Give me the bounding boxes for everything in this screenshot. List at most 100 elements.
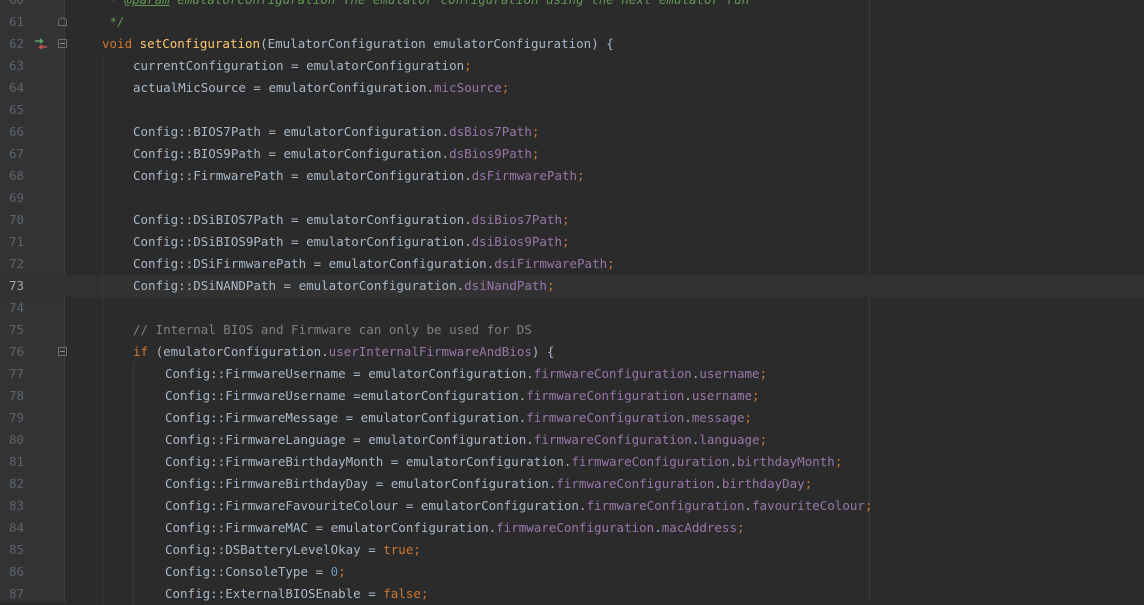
code-line[interactable]: 69 — [0, 187, 1144, 209]
line-number[interactable]: 79 — [0, 407, 24, 429]
code-line[interactable]: 66 Config::BIOS7Path = emulatorConfigurat… — [0, 121, 1144, 143]
code-token: emulatorConfiguration The emulator confi… — [170, 0, 749, 7]
line-number[interactable]: 66 — [0, 121, 24, 143]
code-line[interactable]: 64 actualMicSource = emulatorConfiguratio… — [0, 77, 1144, 99]
code-text[interactable]: void setConfiguration(EmulatorConfigurat… — [102, 33, 614, 55]
code-editor[interactable]: 60 * @param emulatorConfiguration The em… — [0, 0, 1144, 605]
code-token: ; — [759, 432, 768, 447]
code-text[interactable]: */ — [102, 11, 125, 33]
code-line[interactable]: 80 Config::FirmwareLanguage = emulatorCon… — [0, 429, 1144, 451]
code-text[interactable]: Config::DSiFirmwarePath = emulatorConfig… — [133, 253, 615, 275]
code-line[interactable]: 73 Config::DSiNANDPath = emulatorConfigur… — [0, 275, 1144, 297]
code-text[interactable]: * @param emulatorConfiguration The emula… — [102, 0, 750, 11]
code-text[interactable]: Config::FirmwareBirthdayDay = emulatorCo… — [165, 473, 812, 495]
override-icon[interactable] — [34, 37, 48, 51]
code-text[interactable]: Config::FirmwareUsername = emulatorConfi… — [165, 363, 767, 385]
line-number[interactable]: 83 — [0, 495, 24, 517]
line-number[interactable]: 72 — [0, 253, 24, 275]
code-text[interactable]: Config::ConsoleType = 0; — [165, 561, 346, 583]
line-number[interactable]: 60 — [0, 0, 24, 11]
code-text[interactable]: Config::BIOS7Path = emulatorConfiguratio… — [133, 121, 539, 143]
line-number[interactable]: 77 — [0, 363, 24, 385]
code-token: Config::DSiFirmwarePath = emulatorConfig… — [133, 256, 495, 271]
code-text[interactable]: currentConfiguration = emulatorConfigura… — [133, 55, 472, 77]
fold-collapse-icon[interactable] — [58, 39, 67, 48]
line-number[interactable]: 81 — [0, 451, 24, 473]
line-number[interactable]: 85 — [0, 539, 24, 561]
indent-guide — [102, 517, 103, 539]
code-token: username — [699, 366, 760, 381]
code-text[interactable]: actualMicSource = emulatorConfiguration.… — [133, 77, 509, 99]
code-text[interactable]: Config::DSBatteryLevelOkay = true; — [165, 539, 421, 561]
line-number[interactable]: 61 — [0, 11, 24, 33]
line-number[interactable]: 71 — [0, 231, 24, 253]
code-line[interactable]: 60 * @param emulatorConfiguration The em… — [0, 0, 1144, 11]
code-line[interactable]: 62 void setConfiguration(EmulatorConfigur… — [0, 33, 1144, 55]
line-number[interactable]: 65 — [0, 99, 24, 121]
line-number[interactable]: 62 — [0, 33, 24, 55]
code-line[interactable]: 70 Config::DSiBIOS7Path = emulatorConfigu… — [0, 209, 1144, 231]
line-number[interactable]: 74 — [0, 297, 24, 319]
code-text[interactable]: Config::FirmwareUsername =emulatorConfig… — [165, 385, 760, 407]
code-text[interactable]: Config::FirmwareFavouriteColour = emulat… — [165, 495, 872, 517]
code-line[interactable]: 85 Config::DSBatteryLevelOkay = true; — [0, 539, 1144, 561]
code-token: false; — [383, 586, 429, 601]
code-text[interactable]: Config::FirmwareLanguage = emulatorConfi… — [165, 429, 767, 451]
code-line[interactable]: 75 // Internal BIOS and Firmware can only… — [0, 319, 1144, 341]
line-number[interactable]: 69 — [0, 187, 24, 209]
fold-collapse-icon[interactable] — [58, 347, 67, 356]
code-line[interactable]: 71 Config::DSiBIOS9Path = emulatorConfigu… — [0, 231, 1144, 253]
code-text[interactable]: Config::BIOS9Path = emulatorConfiguratio… — [133, 143, 539, 165]
code-line[interactable]: 76 if (emulatorConfiguration.userInternal… — [0, 341, 1144, 363]
line-number[interactable]: 68 — [0, 165, 24, 187]
line-number[interactable]: 76 — [0, 341, 24, 363]
code-line[interactable]: 67 Config::BIOS9Path = emulatorConfigurat… — [0, 143, 1144, 165]
fold-end-icon[interactable] — [58, 17, 67, 26]
line-number[interactable]: 84 — [0, 517, 24, 539]
code-line[interactable]: 82 Config::FirmwareBirthdayDay = emulator… — [0, 473, 1144, 495]
code-line[interactable]: 65 — [0, 99, 1144, 121]
code-text[interactable]: Config::DSiBIOS7Path = emulatorConfigura… — [133, 209, 570, 231]
code-token: @param — [125, 0, 170, 7]
code-line[interactable]: 63 currentConfiguration = emulatorConfigu… — [0, 55, 1144, 77]
indent-guide — [133, 473, 134, 495]
code-text[interactable]: Config::FirmwareMessage = emulatorConfig… — [165, 407, 752, 429]
indent-guide — [102, 319, 103, 341]
code-line[interactable]: 86 Config::ConsoleType = 0; — [0, 561, 1144, 583]
code-line[interactable]: 79 Config::FirmwareMessage = emulatorConf… — [0, 407, 1144, 429]
code-token: firmwareConfiguration — [526, 388, 685, 403]
code-text[interactable]: Config::DSiBIOS9Path = emulatorConfigura… — [133, 231, 570, 253]
line-number[interactable]: 67 — [0, 143, 24, 165]
indent-guide — [102, 165, 103, 187]
line-number[interactable]: 75 — [0, 319, 24, 341]
line-number[interactable]: 82 — [0, 473, 24, 495]
code-text[interactable]: // Internal BIOS and Firmware can only b… — [133, 319, 532, 341]
code-line[interactable]: 83 Config::FirmwareFavouriteColour = emul… — [0, 495, 1144, 517]
line-number[interactable]: 80 — [0, 429, 24, 451]
line-number[interactable]: 78 — [0, 385, 24, 407]
code-line[interactable]: 68 Config::FirmwarePath = emulatorConfigu… — [0, 165, 1144, 187]
code-token: actualMicSource = emulatorConfiguration. — [133, 80, 435, 95]
code-text[interactable]: Config::FirmwareMAC = emulatorConfigurat… — [165, 517, 745, 539]
indent-guide — [133, 429, 134, 451]
code-text[interactable]: Config::FirmwarePath = emulatorConfigura… — [133, 165, 585, 187]
indent-guide — [102, 253, 103, 275]
code-line[interactable]: 81 Config::FirmwareBirthdayMonth = emulat… — [0, 451, 1144, 473]
code-line[interactable]: 77 Config::FirmwareUsername = emulatorCon… — [0, 363, 1144, 385]
line-number[interactable]: 63 — [0, 55, 24, 77]
code-token: ; — [752, 388, 760, 403]
line-number[interactable]: 70 — [0, 209, 24, 231]
code-line[interactable]: 84 Config::FirmwareMAC = emulatorConfigur… — [0, 517, 1144, 539]
code-line[interactable]: 74 — [0, 297, 1144, 319]
indent-guide — [102, 539, 103, 561]
code-text[interactable]: Config::DSiNANDPath = emulatorConfigurat… — [133, 275, 554, 297]
code-line[interactable]: 61 */ — [0, 11, 1144, 33]
code-text[interactable]: if (emulatorConfiguration.userInternalFi… — [133, 341, 554, 363]
code-line[interactable]: 72 Config::DSiFirmwarePath = emulatorConf… — [0, 253, 1144, 275]
line-number[interactable]: 64 — [0, 77, 24, 99]
code-text[interactable]: Config::FirmwareBirthdayMonth = emulator… — [165, 451, 842, 473]
line-number[interactable]: 86 — [0, 561, 24, 583]
line-number[interactable]: 73 — [0, 275, 24, 297]
code-line[interactable]: 78 Config::FirmwareUsername =emulatorConf… — [0, 385, 1144, 407]
indent-guide — [102, 407, 103, 429]
